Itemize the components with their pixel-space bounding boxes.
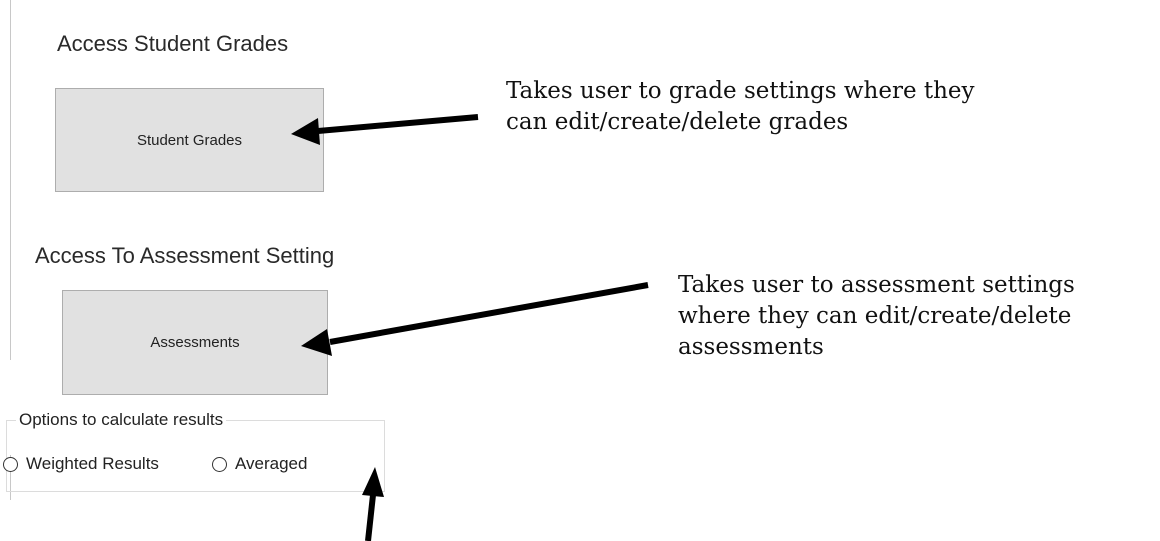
weighted-results-label: Weighted Results xyxy=(26,454,159,473)
weighted-results-radio[interactable]: Weighted Results xyxy=(3,454,159,474)
assessment-annotation-line-2: where they can edit/create/delete xyxy=(678,303,1072,329)
assessments-arrow xyxy=(301,282,649,356)
assessment-section-label: Access To Assessment Setting xyxy=(35,243,335,268)
assessment-annotation-line-1: Takes user to assessment settings xyxy=(678,272,1075,298)
averaged-radio-circle[interactable] xyxy=(212,456,227,472)
assessments-button-label: Assessments xyxy=(150,334,240,351)
grades-annotation-line-1: Takes user to grade settings where they xyxy=(506,78,975,104)
assessments-button[interactable]: Assessments xyxy=(62,290,328,395)
left-divider xyxy=(10,0,11,360)
grades-annotation: Takes user to grade settings where they … xyxy=(506,76,975,138)
student-grades-button-label: Student Grades xyxy=(136,131,243,149)
grades-annotation-line-2: can edit/create/delete grades xyxy=(506,109,849,135)
results-options-legend: Options to calculate results xyxy=(16,410,227,430)
assessment-annotation: Takes user to assessment settings where … xyxy=(678,270,1075,363)
averaged-label: Averaged xyxy=(235,454,308,473)
assessment-annotation-line-3: assessments xyxy=(678,334,824,360)
weighted-results-radio-circle[interactable] xyxy=(3,456,18,472)
averaged-radio[interactable]: Averaged xyxy=(212,454,307,474)
grades-section-label: Access Student Grades xyxy=(57,31,289,56)
student-grades-button[interactable]: Student Grades xyxy=(55,88,324,192)
